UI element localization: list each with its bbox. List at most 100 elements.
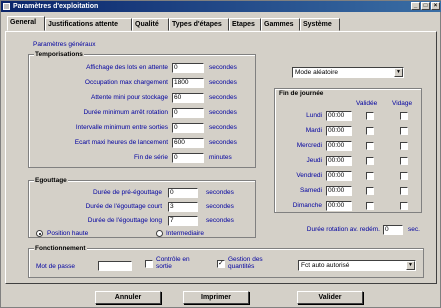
general-panel: Paramètres généraux Temporisations Affic… <box>5 31 437 284</box>
vidage-checkbox[interactable] <box>400 172 408 180</box>
temp-label-3: Attente mini pour stockage <box>91 94 168 101</box>
fin-serie-input[interactable]: 0 <box>172 153 204 163</box>
day-label: Samedi <box>299 187 322 194</box>
validee-checkbox[interactable] <box>366 202 374 210</box>
day-label: Jeudi <box>306 157 322 164</box>
temp-unit-6: secondes <box>209 139 237 146</box>
validee-checkbox[interactable] <box>366 127 374 135</box>
temp-label-4: Durée minimum arrêt rotation <box>83 109 168 116</box>
day-time-input[interactable]: 00:00 <box>326 171 352 181</box>
validee-checkbox[interactable] <box>366 157 374 165</box>
attente-mini-input[interactable]: 60 <box>172 93 204 103</box>
tab-justifications[interactable]: Justifications attente <box>45 18 132 31</box>
day-label: Dimanche <box>292 202 322 209</box>
chevron-down-icon[interactable]: ▼ <box>406 261 415 270</box>
day-label: Mardi <box>305 127 322 134</box>
mode-select[interactable]: Mode aléatoire ▼ <box>292 67 404 78</box>
validee-header: Validée <box>356 100 378 107</box>
egout-label-1: Durée de pré-égouttage <box>92 189 162 196</box>
affichage-lots-input[interactable]: 0 <box>172 63 204 73</box>
day-time-input[interactable]: 00:00 <box>326 201 352 211</box>
vidage-checkbox[interactable] <box>400 127 408 135</box>
validee-checkbox[interactable] <box>366 187 374 195</box>
window-title: Paramètres d'exploitation <box>13 3 99 10</box>
day-label: Lundi <box>306 112 322 119</box>
temp-unit-1: secondes <box>209 64 237 71</box>
main-window: Paramètres d'exploitation _ □ × General … <box>0 0 441 308</box>
day-time-input[interactable]: 00:00 <box>326 141 352 151</box>
panel-title: Paramètres généraux <box>33 41 96 48</box>
temp-label-6: Ecart maxi heures de lancement <box>74 139 168 146</box>
rotation-unit: sec. <box>408 226 420 233</box>
temp-label-7: Fin de série <box>134 154 168 161</box>
print-button[interactable]: Imprimer <box>183 291 249 304</box>
egout-unit-2: secondes <box>206 203 234 210</box>
vidage-checkbox[interactable] <box>400 187 408 195</box>
vidage-checkbox[interactable] <box>400 112 408 120</box>
temp-label-2: Occupation max chargement <box>84 79 168 86</box>
gestion-quantites-checkbox[interactable] <box>217 259 225 268</box>
vidage-header: Vidage <box>392 100 413 107</box>
pre-egouttage-input[interactable]: 0 <box>168 188 198 198</box>
mode-select-value: Mode aléatoire <box>295 69 338 76</box>
fct-auto-select[interactable]: Fct auto autorisé ▼ <box>298 260 416 271</box>
fct-auto-value: Fct auto autorisé <box>301 262 350 269</box>
egout-unit-1: secondes <box>206 189 234 196</box>
controle-sortie-checkbox[interactable] <box>145 260 153 268</box>
validee-checkbox[interactable] <box>366 172 374 180</box>
day-time-input[interactable]: 00:00 <box>326 111 352 121</box>
validee-checkbox[interactable] <box>366 112 374 120</box>
maximize-button[interactable]: □ <box>421 2 430 10</box>
intermediaire-radio[interactable] <box>156 230 163 237</box>
close-button[interactable]: × <box>431 2 440 10</box>
temporisations-title: Temporisations <box>34 51 84 58</box>
day-label: Vendredi <box>296 172 322 179</box>
app-icon <box>3 3 10 10</box>
tab-types-etapes[interactable]: Types d'étapes <box>169 18 229 31</box>
position-haute-radio[interactable] <box>36 230 43 237</box>
egouttage-title: Egouttage <box>34 177 68 184</box>
temp-label-1: Affichage des lots en attente <box>86 64 168 71</box>
vidage-checkbox[interactable] <box>400 142 408 150</box>
tab-qualite[interactable]: Qualité <box>132 18 169 31</box>
chevron-down-icon[interactable]: ▼ <box>394 68 403 77</box>
occupation-max-input[interactable]: 1800 <box>172 78 204 88</box>
fin-journee-title: Fin de journée <box>278 90 325 97</box>
day-time-input[interactable]: 00:00 <box>326 126 352 136</box>
duree-arret-input[interactable]: 0 <box>172 108 204 118</box>
cancel-button[interactable]: Annuler <box>95 291 161 304</box>
temp-label-5: Intervalle minimum entre sorties <box>75 124 168 131</box>
temp-unit-3: secondes <box>209 94 237 101</box>
temp-unit-4: secondes <box>209 109 237 116</box>
tab-systeme[interactable]: Système <box>300 18 340 31</box>
password-input[interactable] <box>98 261 132 271</box>
intervalle-sorties-input[interactable]: 0 <box>172 123 204 133</box>
tab-gammes[interactable]: Gammes <box>261 18 300 31</box>
minimize-button[interactable]: _ <box>411 2 420 10</box>
day-time-input[interactable]: 00:00 <box>326 156 352 166</box>
temp-unit-5: secondes <box>209 124 237 131</box>
vidage-checkbox[interactable] <box>400 157 408 165</box>
egouttage-long-input[interactable]: 7 <box>168 216 198 226</box>
egout-label-2: Durée de l'égouttage court <box>85 203 162 210</box>
day-label: Mercredi <box>296 142 322 149</box>
password-label: Mot de passe <box>36 263 76 270</box>
validee-checkbox[interactable] <box>366 142 374 150</box>
position-haute-label: Position haute <box>47 230 89 237</box>
rotation-input[interactable]: 0 <box>383 225 403 235</box>
fonctionnement-title: Fonctionnement <box>34 245 87 252</box>
tab-etapes[interactable]: Etapes <box>229 18 261 31</box>
rotation-label: Durée rotation av. redém. <box>306 226 380 233</box>
vidage-checkbox[interactable] <box>400 202 408 210</box>
tab-general[interactable]: General <box>7 16 45 31</box>
ecart-heures-input[interactable]: 600 <box>172 138 204 148</box>
validate-button[interactable]: Valider <box>297 291 363 304</box>
egout-label-3: Durée de l'égouttage long <box>87 217 162 224</box>
egout-unit-3: secondes <box>206 217 234 224</box>
controle-sortie-label: Contrôle en sortie <box>156 256 190 270</box>
temp-unit-7: minutes <box>209 154 232 161</box>
day-time-input[interactable]: 00:00 <box>326 186 352 196</box>
gestion-quantites-label: Gestion des quantités <box>228 256 263 270</box>
intermediaire-label: Intermediaire <box>166 230 204 237</box>
egouttage-court-input[interactable]: 3 <box>168 202 198 212</box>
